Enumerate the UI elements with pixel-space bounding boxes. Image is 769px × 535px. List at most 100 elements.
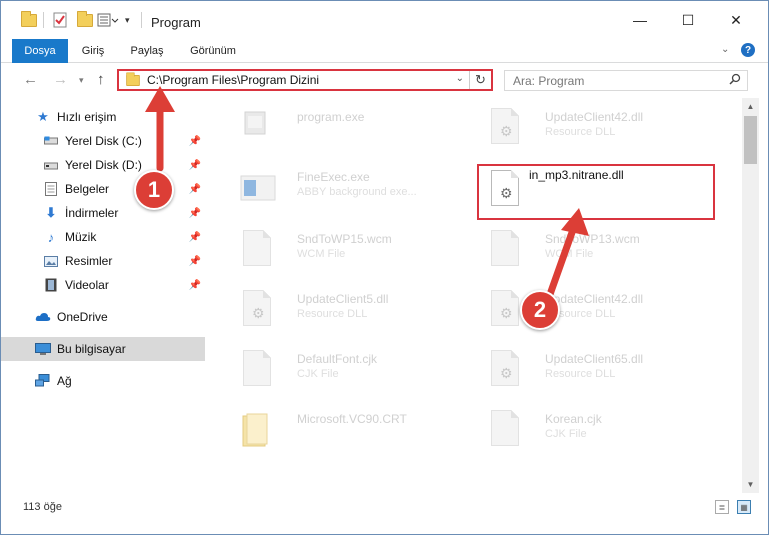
sidebar-item-onedrive[interactable]: OneDrive bbox=[1, 305, 205, 329]
cloud-icon bbox=[35, 309, 51, 325]
dll-icon: ⚙ bbox=[239, 290, 275, 330]
dll-icon: ⚙ bbox=[487, 290, 523, 330]
file-tile[interactable]: program.exe bbox=[231, 100, 471, 156]
recent-locations-button[interactable]: ▾ bbox=[79, 75, 84, 86]
exe-icon bbox=[239, 168, 276, 208]
forward-button[interactable]: → bbox=[53, 71, 68, 88]
search-placeholder: Ara: Program bbox=[513, 73, 585, 88]
file-tile[interactable]: SndToWP13.wcm WCM File bbox=[479, 222, 719, 278]
customize-icon[interactable] bbox=[97, 11, 119, 29]
file-name: DefaultFont.cjk bbox=[297, 352, 378, 366]
sidebar-item-videos[interactable]: Videolar 📌 bbox=[1, 273, 205, 297]
sidebar-item-label: Müzik bbox=[65, 230, 97, 244]
step-badge-1: 1 bbox=[134, 170, 174, 210]
sidebar-item-network[interactable]: Ağ bbox=[1, 369, 205, 393]
pin-icon[interactable]: 📌 bbox=[189, 232, 201, 243]
file-tile[interactable]: Microsoft.VC90.CRT bbox=[231, 402, 471, 458]
sidebar-item-documents[interactable]: Belgeler 📌 bbox=[1, 177, 205, 201]
file-tile[interactable]: ⚙ UpdateClient42.dll Resource DLL bbox=[479, 100, 719, 156]
properties-icon[interactable] bbox=[53, 11, 67, 29]
pin-icon[interactable]: 📌 bbox=[189, 256, 201, 267]
minimize-button[interactable]: — bbox=[617, 1, 663, 39]
file-name: UpdateClient5.dll bbox=[297, 292, 389, 306]
sidebar-item-label: Yerel Disk (C:) bbox=[65, 134, 142, 148]
file-name: UpdateClient65.dll bbox=[545, 352, 644, 366]
pin-icon[interactable]: 📌 bbox=[189, 280, 201, 291]
file-type: Resource DLL bbox=[297, 308, 368, 320]
file-tile[interactable]: ⚙ UpdateClient65.dll Resource DLL bbox=[479, 342, 719, 398]
close-icon: ✕ bbox=[730, 11, 742, 28]
window-title: Program bbox=[151, 15, 201, 30]
tab-file[interactable]: Dosya bbox=[12, 39, 68, 63]
details-view-button[interactable]: ≣ bbox=[715, 500, 729, 514]
sidebar-item-label: Belgeler bbox=[65, 182, 110, 196]
chevron-down-icon[interactable]: ▾ bbox=[125, 11, 130, 29]
large-icons-view-button[interactable]: ▦ bbox=[737, 500, 751, 514]
up-button[interactable]: ↑ bbox=[97, 71, 105, 88]
search-input[interactable]: Ara: Program bbox=[504, 70, 748, 91]
file-name: UpdateClient42.dll bbox=[545, 110, 644, 124]
sidebar-item-music[interactable]: ♪ Müzik 📌 bbox=[1, 225, 205, 249]
drive-icon bbox=[43, 133, 59, 149]
chevron-down-icon[interactable]: ⌄ bbox=[456, 73, 464, 84]
dll-icon: ⚙ bbox=[487, 350, 523, 390]
tab-view[interactable]: Görünüm bbox=[181, 39, 245, 63]
sidebar-item-label: Hızlı erişim bbox=[57, 110, 117, 124]
file-icon bbox=[487, 410, 523, 450]
close-button[interactable]: ✕ bbox=[713, 1, 759, 39]
file-type: WCM File bbox=[545, 248, 594, 260]
file-type: Resource DLL bbox=[545, 368, 616, 380]
scroll-up-button[interactable]: ▲ bbox=[742, 98, 759, 115]
new-folder-icon[interactable] bbox=[77, 10, 93, 29]
file-icon bbox=[487, 230, 523, 270]
forward-arrow-icon: → bbox=[53, 71, 68, 88]
file-tile[interactable]: FineExec.exe ABBY background exe... bbox=[231, 160, 471, 216]
search-icon bbox=[729, 73, 741, 88]
pin-icon[interactable]: 📌 bbox=[189, 160, 201, 171]
tab-home[interactable]: Giriş bbox=[73, 39, 113, 63]
scroll-thumb[interactable] bbox=[744, 116, 757, 164]
file-name: program.exe bbox=[297, 110, 365, 124]
file-tile[interactable]: SndToWP15.wcm WCM File bbox=[231, 222, 471, 278]
sidebar-item-local-disk-d[interactable]: Yerel Disk (D:) 📌 bbox=[1, 153, 205, 177]
minimize-icon: — bbox=[633, 12, 647, 28]
back-button[interactable]: ← bbox=[23, 71, 38, 88]
file-name: SndToWP15.wcm bbox=[297, 232, 392, 246]
file-tile[interactable]: ⚙ UpdateClient5.dll Resource DLL bbox=[231, 282, 471, 338]
navigation-bar: ← → ▾ ↑ C:\Program Files\Program Dizini … bbox=[1, 63, 768, 97]
expand-ribbon-icon[interactable]: ⌄ bbox=[721, 44, 729, 55]
maximize-button[interactable]: ☐ bbox=[665, 1, 711, 39]
file-tile[interactable]: Korean.cjk CJK File bbox=[479, 402, 719, 458]
vertical-scrollbar[interactable]: ▲ ▼ bbox=[742, 98, 759, 493]
file-tile[interactable]: ⚙ UpdateClient42.dll Resource DLL bbox=[479, 282, 719, 338]
star-icon: ★ bbox=[37, 109, 49, 124]
sidebar-item-local-disk-c[interactable]: Yerel Disk (C:) 📌 bbox=[1, 129, 205, 153]
pin-icon[interactable]: 📌 bbox=[189, 136, 201, 147]
help-button[interactable]: ? bbox=[741, 43, 755, 57]
file-list: program.exe ⚙ UpdateClient42.dll Resourc… bbox=[209, 98, 741, 493]
drive-icon bbox=[43, 157, 59, 173]
pin-icon[interactable]: 📌 bbox=[189, 208, 201, 219]
sidebar-item-label: Bu bilgisayar bbox=[57, 342, 126, 356]
navigation-pane: ★ Hızlı erişim Yerel Disk (C:) 📌 Yerel D… bbox=[1, 98, 208, 493]
refresh-button[interactable]: ↻ bbox=[469, 71, 491, 89]
ribbon-tabs: Dosya Giriş Paylaş Görünüm ⌄ ? bbox=[1, 39, 768, 63]
maximize-icon: ☐ bbox=[681, 11, 695, 28]
scroll-down-button[interactable]: ▼ bbox=[742, 476, 759, 493]
file-tile[interactable]: DefaultFont.cjk CJK File bbox=[231, 342, 471, 398]
file-icon bbox=[239, 230, 275, 270]
sidebar-item-downloads[interactable]: ⬇ İndirmeler 📌 bbox=[1, 201, 205, 225]
sidebar-item-this-pc[interactable]: Bu bilgisayar bbox=[1, 337, 205, 361]
status-bar: 113 öğe ≣ ▦ bbox=[1, 497, 768, 519]
address-path[interactable]: C:\Program Files\Program Dizini bbox=[147, 73, 319, 87]
explorer-window: ▾ Program — ☐ ✕ Dosya Giriş Paylaş Görün… bbox=[0, 0, 769, 535]
tab-share[interactable]: Paylaş bbox=[125, 39, 169, 63]
sidebar-item-pictures[interactable]: Resimler 📌 bbox=[1, 249, 205, 273]
address-bar[interactable]: C:\Program Files\Program Dizini ⌄ ↻ bbox=[117, 69, 493, 91]
computer-icon bbox=[35, 341, 51, 357]
exe-icon bbox=[239, 108, 275, 148]
pin-icon[interactable]: 📌 bbox=[189, 184, 201, 195]
file-icon bbox=[239, 350, 275, 390]
folder-icon bbox=[126, 71, 140, 86]
sidebar-item-quick-access[interactable]: ★ Hızlı erişim bbox=[1, 105, 205, 129]
